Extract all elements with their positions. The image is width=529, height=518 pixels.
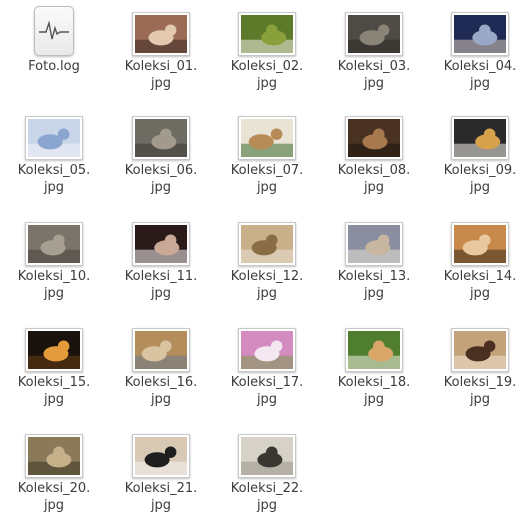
image-thumbnail [238,434,296,478]
file-name: Koleksi_13. jpg [337,269,411,301]
image-thumbnail [238,328,296,372]
file-item-koleksi-11[interactable]: Koleksi_11. jpg [111,216,211,302]
file-name: Koleksi_22. jpg [230,481,304,513]
file-name: Koleksi_04. jpg [443,59,517,91]
image-thumbnail [451,116,509,160]
image-thumbnail [345,328,403,372]
file-item-koleksi-05[interactable]: Koleksi_05. jpg [4,110,104,196]
file-name: Koleksi_03. jpg [337,59,411,91]
file-name: Koleksi_20. jpg [17,481,91,513]
file-item-koleksi-08[interactable]: Koleksi_08. jpg [324,110,424,196]
file-name: Koleksi_06. jpg [124,163,198,195]
file-item-koleksi-09[interactable]: Koleksi_09. jpg [430,110,529,196]
file-name: Koleksi_01. jpg [124,59,198,91]
file-item-koleksi-17[interactable]: Koleksi_17. jpg [217,322,317,408]
image-thumbnail [451,12,509,56]
image-thumbnail [451,328,509,372]
file-icon-grid: Foto.log Koleksi_01. jpg Koleksi_02. jpg K… [0,0,529,518]
image-thumbnail [238,12,296,56]
file-item-koleksi-15[interactable]: Koleksi_15. jpg [4,322,104,408]
image-thumbnail [132,328,190,372]
image-thumbnail [238,116,296,160]
image-thumbnail [25,328,83,372]
text-log-icon [34,6,74,56]
image-thumbnail [132,434,190,478]
file-name: Foto.log [28,59,80,74]
image-thumbnail [25,116,83,160]
image-thumbnail [345,116,403,160]
file-name: Koleksi_05. jpg [17,163,91,195]
file-name: Koleksi_08. jpg [337,163,411,195]
file-item-koleksi-04[interactable]: Koleksi_04. jpg [430,6,529,92]
file-name: Koleksi_17. jpg [230,375,304,407]
image-thumbnail [238,222,296,266]
file-name: Koleksi_02. jpg [230,59,304,91]
file-item-koleksi-16[interactable]: Koleksi_16. jpg [111,322,211,408]
file-item-koleksi-02[interactable]: Koleksi_02. jpg [217,6,317,92]
image-thumbnail [345,222,403,266]
file-name: Koleksi_16. jpg [124,375,198,407]
file-item-koleksi-01[interactable]: Koleksi_01. jpg [111,6,211,92]
image-thumbnail [25,434,83,478]
file-name: Koleksi_14. jpg [443,269,517,301]
image-thumbnail [132,12,190,56]
file-item-koleksi-13[interactable]: Koleksi_13. jpg [324,216,424,302]
file-item-koleksi-10[interactable]: Koleksi_10. jpg [4,216,104,302]
file-item-koleksi-22[interactable]: Koleksi_22. jpg [217,428,317,514]
file-item-koleksi-20[interactable]: Koleksi_20. jpg [4,428,104,514]
image-thumbnail [451,222,509,266]
file-item-koleksi-06[interactable]: Koleksi_06. jpg [111,110,211,196]
file-item-koleksi-12[interactable]: Koleksi_12. jpg [217,216,317,302]
file-name: Koleksi_18. jpg [337,375,411,407]
image-thumbnail [132,222,190,266]
file-name: Koleksi_15. jpg [17,375,91,407]
file-name: Koleksi_11. jpg [124,269,198,301]
file-item-koleksi-19[interactable]: Koleksi_19. jpg [430,322,529,408]
file-item-koleksi-14[interactable]: Koleksi_14. jpg [430,216,529,302]
file-name: Koleksi_19. jpg [443,375,517,407]
file-name: Koleksi_10. jpg [17,269,91,301]
file-item-koleksi-03[interactable]: Koleksi_03. jpg [324,6,424,92]
image-thumbnail [345,12,403,56]
file-item-koleksi-07[interactable]: Koleksi_07. jpg [217,110,317,196]
image-thumbnail [25,222,83,266]
file-name: Koleksi_07. jpg [230,163,304,195]
file-item-foto-log[interactable]: Foto.log [4,6,104,75]
file-item-koleksi-18[interactable]: Koleksi_18. jpg [324,322,424,408]
file-name: Koleksi_12. jpg [230,269,304,301]
file-name: Koleksi_21. jpg [124,481,198,513]
file-item-koleksi-21[interactable]: Koleksi_21. jpg [111,428,211,514]
file-name: Koleksi_09. jpg [443,163,517,195]
image-thumbnail [132,116,190,160]
